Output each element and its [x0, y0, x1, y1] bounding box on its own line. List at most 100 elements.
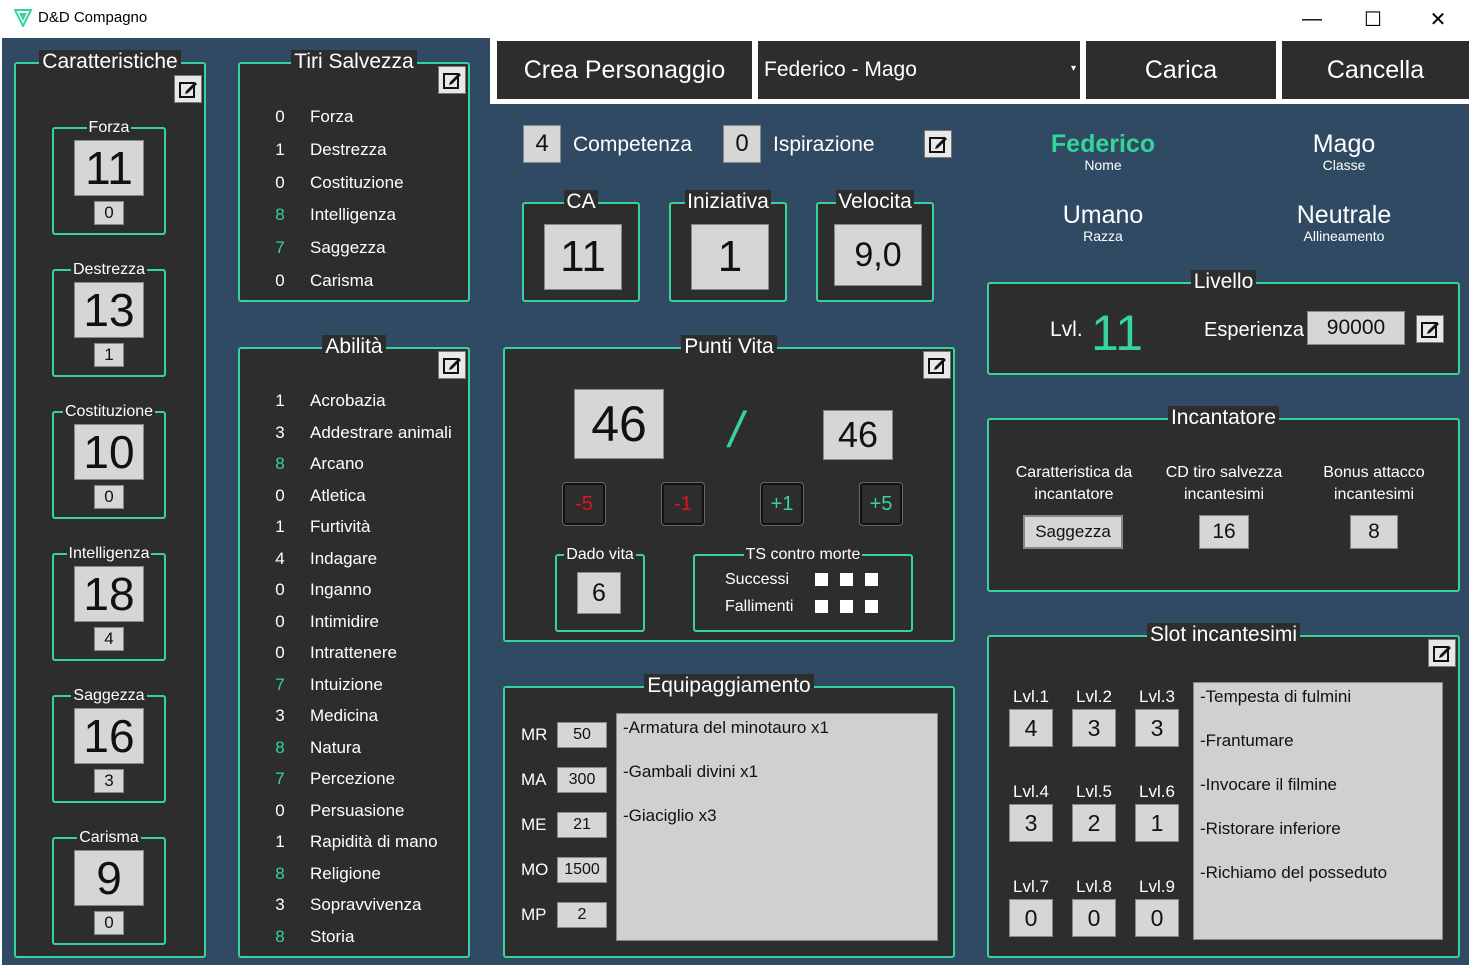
iniziativa-box: Iniziativa 1	[669, 190, 787, 302]
item-label: Destrezza	[310, 139, 387, 159]
coin-label: MR	[521, 725, 548, 744]
item-value: 7	[275, 674, 285, 694]
maximize-button[interactable]: ☐	[1343, 0, 1403, 38]
classe-block: Mago Classe	[1244, 130, 1444, 173]
spell-item[interactable]: -Invocare il filmine	[1200, 775, 1436, 819]
successi-label: Successi	[725, 571, 790, 588]
item-value: 0	[275, 107, 285, 126]
carica-button[interactable]: Carica	[1086, 41, 1276, 99]
minimize-button[interactable]: —	[1282, 0, 1342, 38]
slot-incantesimi-panel: Slot incantesimi Lvl.1 4 Lvl.2 3 Lvl.3 3 Lvl.4…	[987, 623, 1460, 958]
fallimenti-label: Fallimenti	[725, 598, 794, 615]
stat-label: Destrezza	[70, 261, 148, 278]
coin-row: MA 300	[521, 767, 621, 793]
edit-competenza-button[interactable]	[924, 130, 952, 158]
item-value: 1	[275, 517, 285, 536]
stat-modifier: 3	[94, 769, 124, 793]
item-value: 0	[275, 611, 285, 631]
successo-checkbox-3[interactable]	[865, 573, 878, 586]
fallimento-checkbox-1[interactable]	[815, 600, 828, 613]
competenza-value[interactable]: 4	[523, 125, 561, 163]
coin-row: ME 21	[521, 812, 621, 838]
coin-value[interactable]: 21	[557, 812, 607, 838]
coin-value[interactable]: 300	[557, 767, 607, 793]
ispirazione-value[interactable]: 0	[723, 125, 761, 163]
coin-value[interactable]: 2	[557, 902, 607, 928]
classe-value: Mago	[1312, 130, 1376, 158]
stat-label: Saggezza	[71, 687, 147, 704]
item-label: Intelligenza	[310, 205, 397, 225]
equip-item[interactable]: -Armatura del minotauro x1	[623, 718, 931, 762]
hp-button[interactable]: -5	[563, 483, 605, 525]
equip-item[interactable]: -Giaciglio x3	[623, 806, 931, 850]
nome-value: Federico	[1050, 130, 1156, 158]
item-value: 0	[275, 800, 285, 820]
car-incantatore-value[interactable]: Saggezza	[1023, 515, 1123, 549]
crea-personaggio-button[interactable]: Crea Personaggio	[497, 41, 752, 99]
edit-icon	[929, 137, 947, 153]
item-label: Intimidire	[310, 611, 379, 631]
slot-level-label: Lvl.5	[1076, 782, 1112, 801]
edit-caratteristiche-button[interactable]	[174, 75, 202, 103]
equipaggiamento-list[interactable]: -Armatura del minotauro x1 -Gambali divin…	[616, 713, 938, 941]
spell-item[interactable]: -Ristorare inferiore	[1200, 819, 1436, 863]
fallimento-checkbox-3[interactable]	[865, 600, 878, 613]
item-value: 3	[275, 422, 285, 442]
dado-vita-value: 6	[577, 572, 621, 614]
spell-item[interactable]: -Richiamo del posseduto	[1200, 863, 1436, 907]
esperienza-value[interactable]: 90000	[1307, 311, 1405, 345]
edit-slot-button[interactable]	[1428, 639, 1456, 667]
velocita-label: Velocita	[836, 190, 914, 213]
item-label: Costituzione	[310, 172, 404, 192]
stat-label: Forza	[86, 119, 132, 136]
item-value: 8	[275, 863, 285, 883]
successo-checkbox-2[interactable]	[840, 573, 853, 586]
edit-abilita-button[interactable]	[438, 351, 466, 379]
edit-punti-vita-button[interactable]	[923, 351, 951, 379]
slot-level-label: Lvl.6	[1139, 782, 1175, 801]
ca-label: CA	[564, 190, 598, 213]
stat-label: Intelligenza	[66, 545, 152, 562]
hp-button[interactable]: +5	[860, 483, 902, 525]
nome-block: Federico Nome	[1003, 130, 1203, 173]
dado-vita-label: Dado vita	[564, 546, 636, 563]
spell-item[interactable]: -Tempesta di fulmini	[1200, 687, 1436, 731]
slot-level-value: 3	[1009, 804, 1053, 842]
spell-list[interactable]: -Tempesta di fulmini -Frantumare -Invocare…	[1193, 682, 1443, 940]
edit-tiri-salvezza-button[interactable]	[438, 66, 466, 94]
item-label: Saggezza	[310, 238, 386, 258]
spell-item[interactable]: -Frantumare	[1200, 731, 1436, 775]
coin-value[interactable]: 50	[557, 722, 607, 748]
stat-forza: Forza 11 0	[52, 119, 166, 235]
nome-label: Nome	[1084, 157, 1122, 173]
slot-level-value: 3	[1135, 709, 1179, 747]
close-button[interactable]: ✕	[1408, 0, 1468, 38]
coin-row: MR 50	[521, 722, 621, 748]
item-value: 3	[275, 706, 285, 725]
item-label: Indagare	[310, 548, 378, 568]
item-label: Acrobazia	[310, 391, 386, 410]
item-label: Arcano	[310, 454, 364, 473]
edit-livello-button[interactable]	[1416, 315, 1444, 343]
coin-label: MO	[521, 860, 549, 879]
character-select[interactable]: Federico - Mago ▾	[758, 41, 1080, 99]
item-label: Atletica	[310, 485, 366, 505]
coin-value[interactable]: 1500	[557, 857, 607, 883]
successo-checkbox-1[interactable]	[815, 573, 828, 586]
hp-button[interactable]: -1	[662, 483, 704, 525]
stat-value: 10	[74, 424, 144, 480]
stat-modifier: 0	[94, 911, 124, 935]
cd-label: CD tiro salvezza incantesimi	[1165, 464, 1283, 503]
item-label: Rapidità di mano	[310, 832, 438, 851]
cancella-button[interactable]: Cancella	[1282, 41, 1469, 99]
coin-label: ME	[521, 815, 547, 834]
slot-level-label: Lvl.1	[1013, 687, 1049, 706]
slot-title: Slot incantesimi	[1146, 623, 1301, 646]
fallimento-checkbox-2[interactable]	[840, 600, 853, 613]
slot-level-label: Lvl.2	[1076, 687, 1112, 706]
stat-value: 16	[74, 708, 144, 764]
lvl-label: Lvl.	[1050, 318, 1083, 341]
equip-item[interactable]: -Gambali divini x1	[623, 762, 931, 806]
stat-value: 9	[74, 850, 144, 906]
hp-button[interactable]: +1	[761, 483, 803, 525]
